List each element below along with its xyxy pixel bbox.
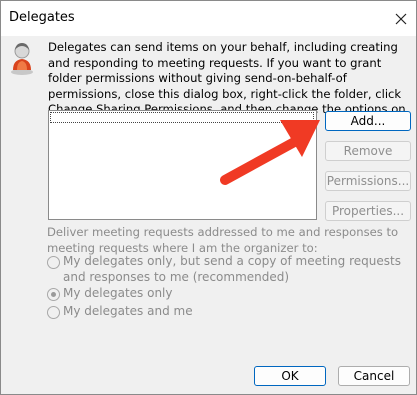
annotation-arrow-icon <box>220 120 320 185</box>
